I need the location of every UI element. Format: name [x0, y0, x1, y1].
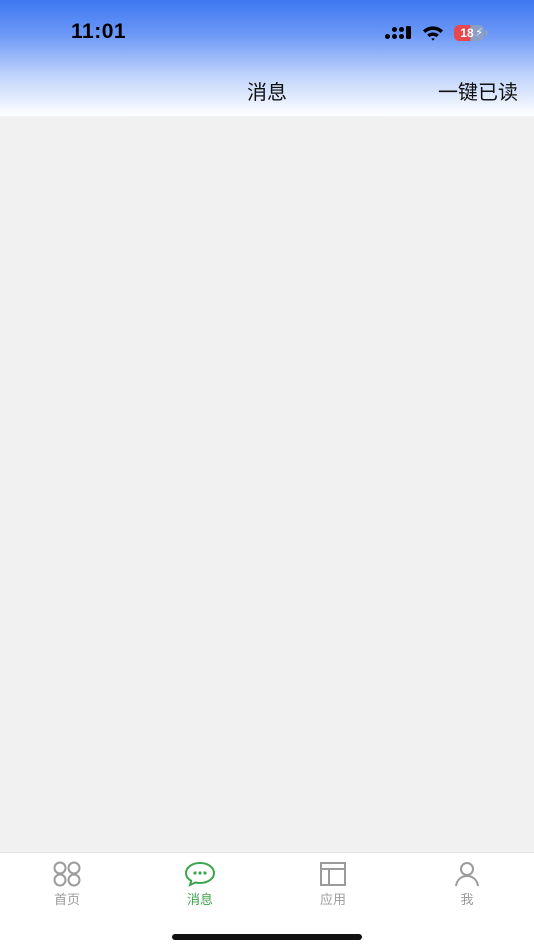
- tab-home[interactable]: 首页: [22, 861, 112, 909]
- home-indicator[interactable]: [172, 934, 362, 940]
- home-grid-icon: [53, 861, 81, 887]
- battery-charging-icon: 18 ⚡: [454, 25, 488, 41]
- status-icons: 18 ⚡: [385, 22, 488, 44]
- chat-bubble-icon: [184, 861, 216, 887]
- header: 11:01 18 ⚡ 消息 一键已读: [0, 0, 534, 116]
- tab-messages[interactable]: 消息: [155, 861, 245, 909]
- tab-apps[interactable]: 应用: [288, 861, 378, 909]
- mark-all-read-button[interactable]: 一键已读: [438, 76, 518, 105]
- tab-home-label: 首页: [53, 893, 80, 908]
- bolt-icon: ⚡: [475, 26, 483, 39]
- tab-messages-label: 消息: [186, 893, 213, 908]
- tab-me-label: 我: [460, 893, 474, 908]
- person-icon: [455, 862, 479, 887]
- wifi-icon: [423, 26, 443, 41]
- battery-tip: [485, 30, 488, 36]
- tab-apps-label: 应用: [319, 893, 346, 908]
- apps-layout-icon: [320, 862, 346, 886]
- message-list[interactable]: [0, 116, 534, 852]
- cellular-signal-icon: [385, 26, 411, 39]
- status-bar: 11:01 18 ⚡: [0, 0, 534, 64]
- tab-me[interactable]: 我: [422, 861, 512, 909]
- status-time: 11:01: [71, 20, 127, 43]
